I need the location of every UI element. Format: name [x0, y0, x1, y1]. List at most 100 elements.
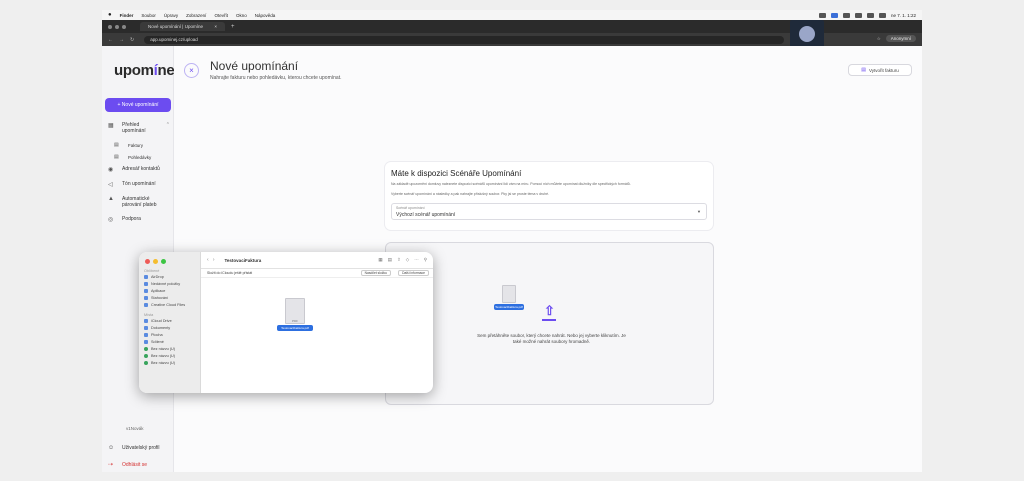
chevron-up-icon[interactable]: ⌃ — [166, 122, 170, 128]
tag-icon — [144, 354, 148, 358]
menu-soubor[interactable]: Soubor — [141, 13, 156, 18]
sidebar-item-overview[interactable]: ▦ Přehled upomínání ⌃ — [108, 122, 170, 134]
finder-item-downloads[interactable]: Stahování — [144, 296, 200, 300]
logout-icon: ⇢ — [108, 462, 114, 468]
version-text: v1Novák — [126, 426, 144, 431]
finder-item-label: Aplikace — [151, 289, 166, 293]
contacts-icon: ◉ — [108, 167, 114, 173]
finder-info-text: Složit do iCloudu ještě přistát — [207, 271, 253, 275]
sidebar-item-label: Podpora — [122, 216, 141, 222]
finder-section-favorites: Oblíbené — [144, 269, 160, 273]
tag-icon[interactable]: ◇ — [406, 257, 409, 263]
finder-item-shared[interactable]: Sdílené — [144, 340, 200, 344]
tab-close-icon[interactable]: × — [214, 24, 217, 29]
file-icon — [502, 285, 516, 303]
browser-actions: ☆ Anonymní — [877, 35, 916, 42]
finder-item-airdrop[interactable]: AirDrop — [144, 275, 200, 279]
menu-okno[interactable]: Okno — [236, 13, 247, 18]
minimize-window-icon[interactable] — [153, 259, 158, 264]
forward-icon[interactable]: → — [119, 37, 124, 43]
finder-item-volume[interactable]: Bez názvu (U) — [144, 354, 200, 358]
reload-icon[interactable]: ↻ — [130, 37, 134, 43]
url-field[interactable]: app.upominej.cz/upload — [144, 35, 785, 44]
close-window-icon[interactable] — [108, 24, 112, 29]
share-icon[interactable]: ⇧ — [397, 257, 401, 263]
status-icon[interactable] — [818, 12, 826, 18]
status-icon[interactable] — [842, 12, 850, 18]
input-source-icon[interactable] — [830, 12, 838, 18]
more-info-button[interactable]: Další informace — [398, 270, 429, 276]
create-invoice-label: Vytvořit fakturu — [868, 67, 899, 73]
finder-file[interactable]: PDF TestovaciFaktura.pdf — [277, 298, 313, 331]
megaphone-icon: ◁ — [108, 182, 113, 188]
finder-item-volume[interactable]: Bez názvu (U) — [144, 361, 200, 365]
zoom-window-icon[interactable] — [161, 259, 166, 264]
minimize-window-icon[interactable] — [115, 24, 119, 29]
sidebar-item-invoices[interactable]: ▤ Faktury — [108, 142, 170, 148]
finder-info-bar: Složit do iCloudu ještě přistát Nasdílet… — [201, 269, 433, 278]
back-icon[interactable]: ← — [108, 37, 113, 43]
finder-item-applications[interactable]: Aplikace — [144, 289, 200, 293]
menu-napoveda[interactable]: Nápověda — [255, 13, 276, 18]
finder-title: TestovaciFaktura — [224, 257, 262, 263]
view-grid-icon[interactable]: ▦ — [378, 257, 382, 263]
wifi-icon[interactable] — [866, 12, 874, 18]
folder-icon — [144, 303, 148, 307]
share-folder-button[interactable]: Nasdílet složku — [360, 270, 391, 276]
sidebar-item-claims[interactable]: ▤ Pohledávky — [108, 154, 170, 160]
apple-icon[interactable]: ● — [108, 12, 112, 18]
profile-button[interactable]: Anonymní — [885, 35, 916, 42]
finder-item-documents[interactable]: Dokumenty — [144, 326, 200, 330]
finder-item-desktop[interactable]: Plocha — [144, 333, 200, 337]
browser-tab[interactable]: Nové upomínání | Upomíne × — [140, 22, 225, 31]
sidebar-item-address-book[interactable]: ◉ Adresář kontaktů — [108, 166, 170, 173]
logo[interactable]: upomínej — [114, 62, 179, 79]
sidebar-item-label: Tón upomínání — [122, 181, 156, 187]
finder-item-label: Plocha — [151, 333, 163, 337]
close-window-icon[interactable] — [145, 259, 150, 264]
dragged-file[interactable]: TestovaciFaktura.pdf — [494, 285, 524, 323]
chevron-left-icon[interactable]: ‹ — [207, 257, 209, 263]
logout-button[interactable]: ⇢ Odhlásit se — [108, 461, 160, 469]
finder-item-label: Bez názvu (U) — [151, 361, 176, 365]
new-tab-button[interactable]: + — [231, 24, 235, 30]
sidebar-item-label: Faktury — [128, 142, 144, 148]
chevron-right-icon[interactable]: › — [213, 257, 215, 263]
search-icon[interactable] — [878, 12, 886, 18]
finder-toolbar: ‹ › TestovaciFaktura ▦ ▤ ⇧ ◇ ⋯ ⚲ — [201, 252, 433, 269]
file-drop-zone[interactable]: TestovaciFaktura.pdf ⇧ Sem přetáhněte so… — [385, 242, 714, 405]
create-invoice-button[interactable]: ▤ Vytvořit fakturu — [848, 64, 912, 76]
users-icon: ☺ — [108, 445, 115, 451]
screen: ● Finder Soubor Úpravy Zobrazení Otevřít… — [102, 10, 922, 472]
search-icon[interactable]: ⚲ — [424, 257, 427, 263]
more-icon[interactable]: ⋯ — [414, 257, 419, 263]
menu-upravy[interactable]: Úpravy — [164, 13, 178, 18]
close-icon[interactable]: × — [184, 63, 199, 78]
group-icon[interactable]: ▤ — [388, 257, 392, 263]
sidebar-item-tone[interactable]: ◁ Tón upomínání — [108, 181, 170, 188]
scenario-select[interactable]: Scénář upomínání Výchozí scénář upomínán… — [391, 203, 707, 220]
grid-icon: ▦ — [108, 123, 114, 129]
finder-sidebar: Oblíbené AirDrop Nedávné položky Aplikac… — [139, 252, 201, 393]
sidebar-item-label: Uživatelský profil — [122, 445, 160, 451]
menu-finder[interactable]: Finder — [120, 13, 134, 18]
scenario-card: Máte k dispozici Scénáře Upomínání Na zá… — [385, 162, 713, 230]
zoom-window-icon[interactable] — [122, 24, 126, 29]
finder-window[interactable]: Oblíbené AirDrop Nedávné položky Aplikac… — [139, 252, 433, 393]
finder-item-creative-cloud[interactable]: Creative Cloud Files — [144, 303, 200, 307]
finder-item-icloud[interactable]: iCloud Drive — [144, 319, 200, 323]
sidebar-item-auto-pairing[interactable]: ▲ Automatické párování plateb — [108, 196, 170, 208]
sidebar-item-profile[interactable]: ☺ Uživatelský profil — [108, 445, 160, 451]
webcam-overlay — [790, 20, 824, 48]
sidebar-item-label: Pohledávky — [128, 154, 152, 160]
menu-zobrazeni[interactable]: Zobrazení — [186, 13, 206, 18]
sidebar-item-support[interactable]: ◎ Podpora — [108, 216, 170, 223]
menu-otevrit[interactable]: Otevřít — [214, 13, 228, 18]
status-icon[interactable] — [854, 12, 862, 18]
finder-item-recents[interactable]: Nedávné položky — [144, 282, 200, 286]
document-icon: ▤ — [114, 142, 119, 148]
new-reminder-button[interactable]: + Nové upomínání — [105, 98, 171, 112]
clock[interactable]: ne 7. 1. 1:22 — [891, 13, 916, 18]
bookmark-star-icon[interactable]: ☆ — [877, 36, 881, 42]
finder-item-volume[interactable]: Bez názvu (U) — [144, 347, 200, 351]
